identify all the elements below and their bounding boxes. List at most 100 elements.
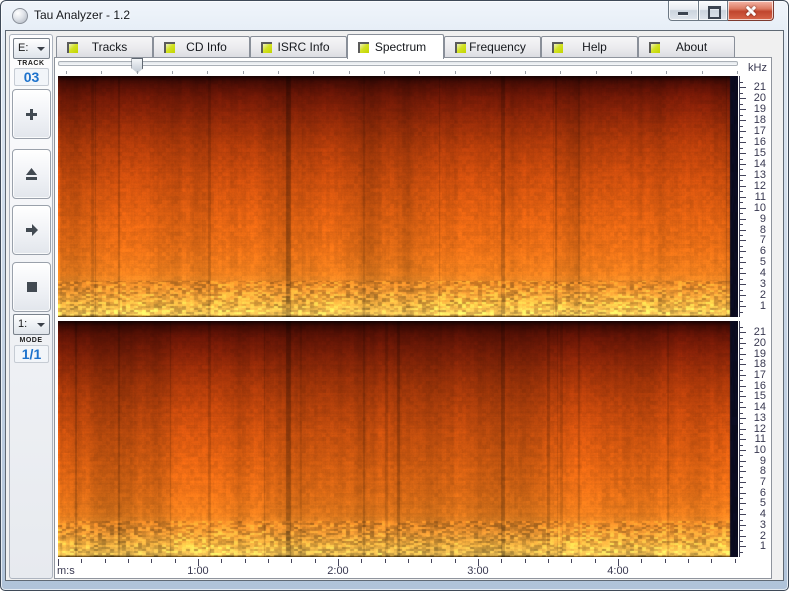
freq-tick bbox=[740, 301, 743, 302]
slider-tick bbox=[243, 71, 244, 74]
tab-label: Spectrum bbox=[375, 40, 426, 54]
time-tick bbox=[641, 559, 642, 563]
close-button[interactable] bbox=[728, 1, 774, 21]
time-tick bbox=[245, 559, 246, 563]
freq-tick bbox=[740, 359, 743, 360]
track-label: TRACK bbox=[10, 60, 52, 67]
spectrogram-bottom bbox=[58, 321, 738, 557]
freq-tick bbox=[740, 137, 743, 138]
client-area: E: TRACK 03 1: MODE 1/1 T bbox=[5, 30, 784, 581]
slider-tick bbox=[172, 71, 173, 74]
freq-tick bbox=[740, 312, 743, 313]
freq-tick-label: 9 bbox=[746, 214, 766, 225]
minimize-icon bbox=[678, 12, 688, 15]
tab-label: About bbox=[676, 40, 707, 54]
mode-value: 1/1 bbox=[14, 345, 49, 363]
freq-tick bbox=[740, 455, 743, 456]
slider-tick bbox=[702, 71, 703, 74]
time-tick bbox=[361, 559, 362, 563]
freq-tick bbox=[740, 235, 743, 236]
tab-isrc-info[interactable]: ISRC Info bbox=[250, 36, 347, 57]
freq-tick bbox=[740, 338, 743, 339]
freq-tick-label: 1 bbox=[746, 301, 766, 312]
time-tick bbox=[151, 559, 152, 563]
time-tick bbox=[175, 559, 176, 563]
drive-select[interactable]: E: bbox=[13, 38, 50, 59]
time-tick bbox=[571, 559, 572, 563]
time-tick bbox=[735, 559, 736, 563]
freq-tick bbox=[740, 126, 743, 127]
toolbar-sidebar: E: TRACK 03 1: MODE 1/1 bbox=[9, 34, 53, 579]
slider-tick bbox=[525, 71, 526, 74]
time-tick bbox=[268, 559, 269, 563]
tab-spectrum[interactable]: Spectrum bbox=[347, 34, 444, 59]
freq-tick bbox=[740, 380, 743, 381]
freq-tick bbox=[740, 391, 743, 392]
slider-tick bbox=[349, 71, 350, 74]
window-title: Tau Analyzer - 1.2 bbox=[34, 8, 130, 22]
freq-tick bbox=[740, 82, 743, 83]
title-bar[interactable]: Tau Analyzer - 1.2 bbox=[1, 1, 788, 30]
time-tick bbox=[665, 559, 666, 563]
freq-tick bbox=[740, 327, 743, 328]
time-axis: m:s 1:002:003:004:00 bbox=[55, 559, 769, 577]
flag-icon bbox=[358, 42, 369, 53]
time-tick bbox=[595, 559, 596, 563]
time-unit-label: m:s bbox=[57, 565, 75, 577]
time-tick bbox=[128, 559, 129, 563]
freq-tick bbox=[740, 370, 743, 371]
tab-label: Tracks bbox=[92, 40, 128, 54]
play-button[interactable] bbox=[12, 205, 51, 255]
tab-about[interactable]: About bbox=[638, 36, 735, 57]
freq-tick bbox=[740, 466, 743, 467]
freq-tick bbox=[740, 487, 743, 488]
slider-tick bbox=[101, 71, 102, 74]
maximize-button[interactable] bbox=[698, 1, 728, 21]
stop-button[interactable] bbox=[12, 262, 51, 312]
index-select[interactable]: 1: bbox=[13, 314, 50, 335]
freq-tick bbox=[740, 434, 743, 435]
slider-tick bbox=[596, 71, 597, 74]
freq-tick bbox=[740, 202, 743, 203]
freq-tick bbox=[740, 268, 743, 269]
eject-button[interactable] bbox=[12, 149, 51, 199]
slider-tick bbox=[137, 71, 138, 74]
slider-tick bbox=[313, 71, 314, 74]
plus-button[interactable] bbox=[12, 89, 51, 139]
time-tick bbox=[431, 559, 432, 563]
right-arrow-icon bbox=[24, 223, 40, 237]
flag-icon bbox=[552, 42, 563, 53]
slider-tick bbox=[278, 71, 279, 74]
freq-tick bbox=[740, 224, 743, 225]
freq-tick bbox=[740, 509, 743, 510]
spectrogram-top bbox=[58, 76, 738, 317]
slider-tick bbox=[207, 71, 208, 74]
tab-frequency[interactable]: Frequency bbox=[444, 36, 541, 57]
chevron-down-icon bbox=[37, 47, 45, 51]
freq-tick bbox=[740, 445, 743, 446]
plus-icon bbox=[24, 107, 39, 122]
freq-tick bbox=[740, 541, 743, 542]
freq-tick bbox=[740, 180, 743, 181]
time-tick bbox=[105, 559, 106, 563]
time-tick bbox=[291, 559, 292, 563]
close-icon bbox=[745, 5, 756, 16]
tab-tracks[interactable]: Tracks bbox=[56, 36, 153, 57]
freq-tick bbox=[740, 191, 743, 192]
time-tick-label: 2:00 bbox=[318, 565, 358, 577]
freq-tick bbox=[740, 279, 743, 280]
position-slider-track[interactable] bbox=[58, 61, 738, 66]
tab-strip: Tracks CD Info ISRC Info Spectrum FrequencyH… bbox=[56, 34, 735, 58]
time-tick bbox=[688, 559, 689, 563]
tab-help[interactable]: Help bbox=[541, 36, 638, 57]
flag-icon bbox=[455, 42, 466, 53]
freq-tick bbox=[740, 290, 743, 291]
minimize-button[interactable] bbox=[668, 1, 698, 21]
flag-icon bbox=[649, 42, 660, 53]
tab-cd-info[interactable]: CD Info bbox=[153, 36, 250, 57]
tab-label: CD Info bbox=[186, 40, 227, 54]
chevron-down-icon bbox=[37, 323, 45, 327]
time-tick-label: 1:00 bbox=[178, 565, 218, 577]
eject-icon bbox=[24, 167, 39, 181]
slider-tick bbox=[66, 71, 67, 74]
